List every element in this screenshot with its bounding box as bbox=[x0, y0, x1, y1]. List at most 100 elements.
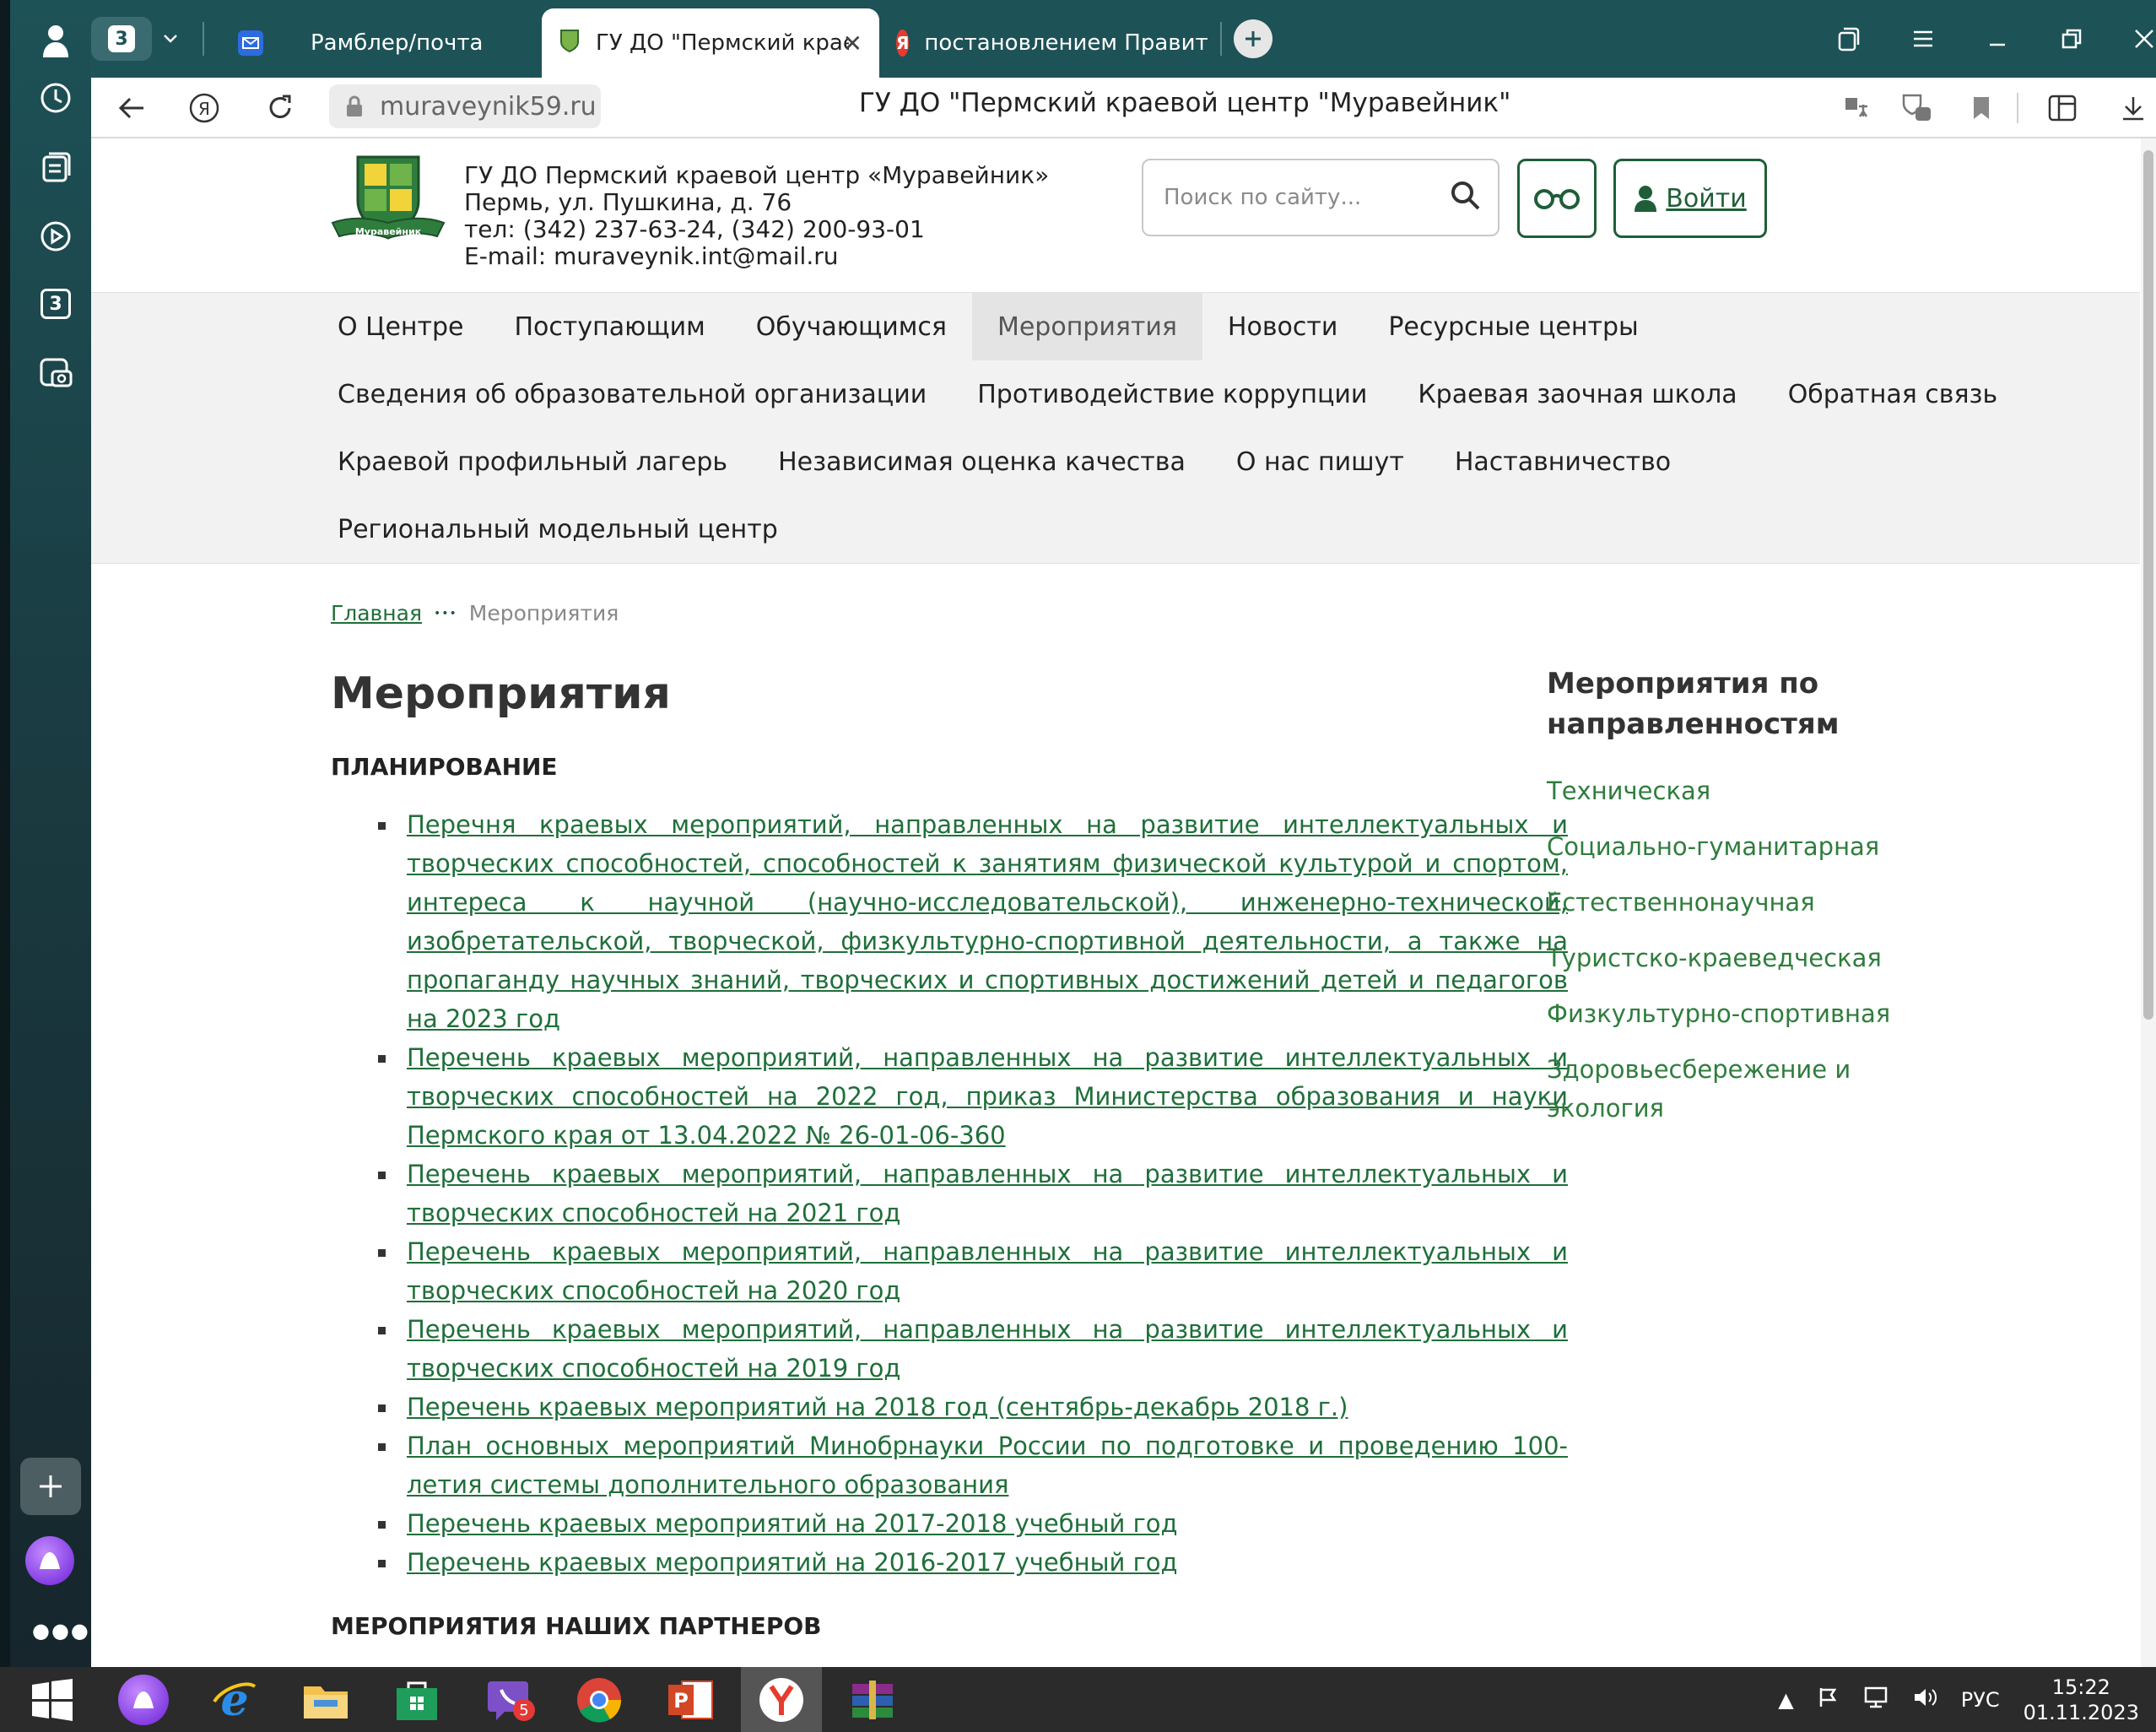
menu-item-feedback[interactable]: Обратная связь bbox=[1763, 360, 2023, 428]
menu-item-regional-center[interactable]: Региональный модельный центр bbox=[312, 495, 803, 563]
tab-manager-icon[interactable] bbox=[1813, 0, 1885, 78]
close-tab-icon[interactable]: ✕ bbox=[843, 30, 862, 57]
menu-item-camp[interactable]: Краевой профильный лагерь bbox=[312, 428, 753, 495]
translate-icon[interactable] bbox=[1831, 83, 1882, 133]
back-button[interactable] bbox=[106, 83, 157, 133]
aside-item-social[interactable]: Социально-гуманитарная bbox=[1547, 827, 1901, 866]
logo-ribbon-text: Муравейник bbox=[355, 226, 422, 237]
events-list: Перечня краевых мероприятий, направленны… bbox=[370, 805, 1568, 1582]
bookmark-icon[interactable] bbox=[1956, 83, 2007, 133]
aside-item-health[interactable]: Здоровьесбережение и экология bbox=[1547, 1050, 1901, 1128]
profile-icon[interactable] bbox=[30, 15, 81, 66]
flag-icon[interactable] bbox=[1818, 1686, 1840, 1713]
yandex-browser-taskbar-icon[interactable] bbox=[741, 1667, 822, 1732]
aside-item-sports[interactable]: Физкультурно-спортивная bbox=[1547, 994, 1901, 1033]
close-window-button[interactable] bbox=[2108, 0, 2156, 78]
menu-item-students[interactable]: Обучающимся bbox=[731, 293, 972, 360]
file-explorer-icon[interactable] bbox=[285, 1667, 366, 1732]
list-item: Перечня краевых мероприятий, направленны… bbox=[370, 805, 1568, 1038]
internet-explorer-icon[interactable]: e bbox=[194, 1667, 275, 1732]
breadcrumb-separator: ••• bbox=[433, 606, 457, 620]
event-link[interactable]: Перечень краевых мероприятий, направленн… bbox=[407, 1043, 1568, 1150]
protect-icon[interactable] bbox=[1892, 83, 1943, 133]
menu-item-news[interactable]: Новости bbox=[1202, 293, 1363, 360]
event-link[interactable]: Перечень краевых мероприятий, направленн… bbox=[407, 1237, 1568, 1305]
url-field[interactable]: muraveynik59.ru bbox=[329, 84, 601, 128]
viber-icon[interactable]: 5 bbox=[467, 1667, 548, 1732]
minimize-button[interactable] bbox=[1961, 0, 2034, 78]
menu-item-anticorruption[interactable]: Противодействие коррупции bbox=[952, 360, 1392, 428]
breadcrumb-home-link[interactable]: Главная bbox=[331, 601, 422, 625]
tray-expand-icon[interactable]: ▲ bbox=[1778, 1688, 1793, 1712]
section-heading-partners: МЕРОПРИЯТИЯ НАШИХ ПАРТНЕРОВ bbox=[331, 1612, 822, 1640]
aside-item-technical[interactable]: Техническая bbox=[1547, 771, 1901, 810]
volume-icon[interactable] bbox=[1912, 1686, 1937, 1713]
login-button[interactable]: Войти bbox=[1613, 159, 1767, 238]
collections-icon[interactable] bbox=[30, 142, 81, 192]
menu-item-applicants[interactable]: Поступающим bbox=[489, 293, 731, 360]
menu-item-org-info[interactable]: Сведения об образовательной организации bbox=[312, 360, 952, 428]
site-search-input[interactable]: Поиск по сайту... bbox=[1142, 159, 1499, 236]
address-bar: Я muraveynik59.ru ГУ ДО "Пермский краево… bbox=[91, 78, 2156, 138]
tab-group-button[interactable]: 3 bbox=[91, 17, 152, 61]
powerpoint-icon[interactable]: P bbox=[650, 1667, 731, 1732]
search-icon[interactable] bbox=[1449, 179, 1483, 213]
winrar-icon[interactable] bbox=[832, 1667, 913, 1732]
tabs-count-icon[interactable]: 3 bbox=[30, 279, 81, 329]
aside-title: Мероприятия по направленностям bbox=[1547, 667, 1840, 741]
scrollbar-thumb[interactable] bbox=[2143, 150, 2153, 1020]
event-link[interactable]: План основных мероприятий Минобрнауки Ро… bbox=[407, 1432, 1568, 1499]
breadcrumb-current: Мероприятия bbox=[468, 601, 619, 625]
extensions-icon[interactable] bbox=[2037, 83, 2088, 133]
menu-row-2: Сведения об образовательной организации … bbox=[312, 360, 2023, 428]
menu-item-distance-school[interactable]: Краевая заочная школа bbox=[1392, 360, 1762, 428]
download-icon[interactable] bbox=[2108, 83, 2156, 133]
tab-label: постановлением Правите bbox=[924, 30, 1208, 56]
reload-button[interactable] bbox=[255, 83, 305, 133]
chrome-icon[interactable] bbox=[559, 1667, 640, 1732]
yandex-home-icon[interactable]: Я bbox=[179, 83, 230, 133]
menu-item-quality[interactable]: Независимая оценка качества bbox=[753, 428, 1211, 495]
event-link[interactable]: Перечень краевых мероприятий на 2017-201… bbox=[407, 1509, 1178, 1538]
menu-item-mentoring[interactable]: Наставничество bbox=[1429, 428, 1696, 495]
alice-taskbar-icon[interactable] bbox=[103, 1667, 184, 1732]
menu-icon[interactable] bbox=[1887, 0, 1959, 78]
history-icon[interactable] bbox=[30, 73, 81, 123]
tab-postanovlenie[interactable]: Я постановлением Правите bbox=[879, 13, 1208, 73]
menu-item-resource-centers[interactable]: Ресурсные центры bbox=[1363, 293, 1663, 360]
menu-item-events[interactable]: Мероприятия bbox=[971, 293, 1202, 360]
sidebar-tabs-badge: 3 bbox=[41, 289, 71, 319]
lock-icon bbox=[347, 95, 362, 116]
windows-start-icon[interactable] bbox=[12, 1667, 93, 1732]
new-tab-button[interactable] bbox=[1234, 19, 1273, 58]
screenshot-icon[interactable] bbox=[30, 348, 81, 398]
user-icon bbox=[1635, 186, 1657, 212]
chevron-down-icon[interactable] bbox=[155, 17, 186, 61]
clock[interactable]: 15:22 01.11.2023 bbox=[2024, 1675, 2139, 1725]
site-favicon-icon bbox=[559, 28, 581, 59]
store-icon[interactable] bbox=[376, 1667, 457, 1732]
tab-muraveynik[interactable]: ГУ ДО "Пермский крае ✕ bbox=[542, 8, 879, 78]
list-item: Перечень краевых мероприятий, направленн… bbox=[370, 1232, 1568, 1310]
add-sidebar-panel-button[interactable] bbox=[20, 1458, 81, 1515]
restore-button[interactable] bbox=[2035, 0, 2108, 78]
event-link[interactable]: Перечень краевых мероприятий, направленн… bbox=[407, 1160, 1568, 1227]
network-icon[interactable] bbox=[1863, 1686, 1889, 1714]
event-link[interactable]: Перечень краевых мероприятий на 2016-201… bbox=[407, 1548, 1178, 1577]
aside-item-natural-science[interactable]: Естественнонаучная bbox=[1547, 883, 1901, 922]
video-play-icon[interactable] bbox=[30, 211, 81, 262]
language-indicator[interactable]: РУС bbox=[1961, 1688, 2000, 1712]
alice-assistant-icon[interactable] bbox=[25, 1536, 74, 1585]
menu-item-about[interactable]: О Центре bbox=[312, 293, 489, 360]
tab-rambler-mail[interactable]: Рамблер/почта bbox=[221, 13, 542, 73]
event-link[interactable]: Перечня краевых мероприятий, направленны… bbox=[407, 810, 1568, 1033]
event-link[interactable]: Перечень краевых мероприятий, направленн… bbox=[407, 1315, 1568, 1383]
event-link[interactable]: Перечень краевых мероприятий на 2018 год… bbox=[407, 1393, 1348, 1421]
aside-item-tourism[interactable]: Туристско-краеведческая bbox=[1547, 939, 1901, 977]
site-logo[interactable]: Муравейник bbox=[329, 154, 447, 255]
more-icon[interactable]: ●●● bbox=[32, 1619, 90, 1643]
system-tray: ▲ РУС 15:22 01.11.2023 bbox=[1778, 1667, 2156, 1732]
accessibility-glasses-button[interactable] bbox=[1517, 159, 1597, 238]
menu-item-press[interactable]: О нас пишут bbox=[1211, 428, 1429, 495]
glasses-icon bbox=[1534, 189, 1580, 209]
